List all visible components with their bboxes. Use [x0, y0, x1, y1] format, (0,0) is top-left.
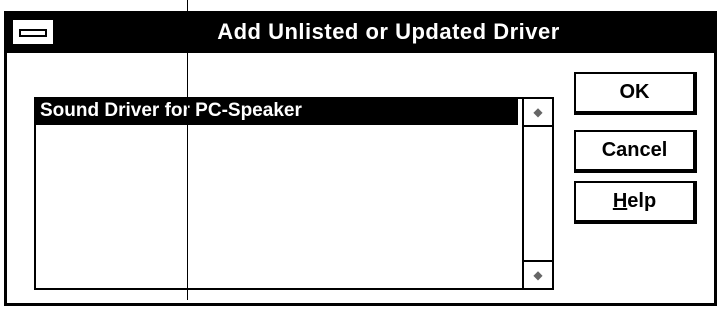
- ok-button[interactable]: OK: [574, 72, 697, 115]
- vertical-guide-line: [187, 0, 188, 300]
- help-label-rest: elp: [627, 190, 657, 212]
- title-divider: [7, 50, 714, 53]
- scroll-down-arrow-icon: ◆: [533, 268, 543, 282]
- help-button[interactable]: Help: [574, 181, 697, 224]
- title-bar[interactable]: Add Unlisted or Updated Driver: [7, 14, 714, 50]
- ok-button-label: OK: [619, 81, 650, 103]
- driver-listbox[interactable]: Sound Driver for PC-Speaker ◆ ◆: [34, 97, 554, 290]
- system-menu-icon: [19, 29, 47, 37]
- list-item[interactable]: Sound Driver for PC-Speaker: [36, 99, 518, 125]
- system-menu-button[interactable]: [11, 18, 55, 46]
- scroll-down-button[interactable]: ◆: [524, 260, 552, 288]
- help-mnemonic: H: [612, 190, 628, 212]
- dialog-window: Add Unlisted or Updated Driver Sound Dri…: [4, 11, 717, 306]
- scroll-up-button[interactable]: ◆: [524, 99, 552, 127]
- cancel-button-label: Cancel: [601, 139, 668, 161]
- cancel-button[interactable]: Cancel: [574, 130, 697, 173]
- scroll-up-arrow-icon: ◆: [533, 105, 543, 119]
- vertical-scrollbar[interactable]: ◆ ◆: [522, 99, 552, 288]
- page: Add Unlisted or Updated Driver Sound Dri…: [0, 0, 723, 310]
- help-button-label: Help: [613, 190, 656, 213]
- window-title: Add Unlisted or Updated Driver: [217, 19, 560, 44]
